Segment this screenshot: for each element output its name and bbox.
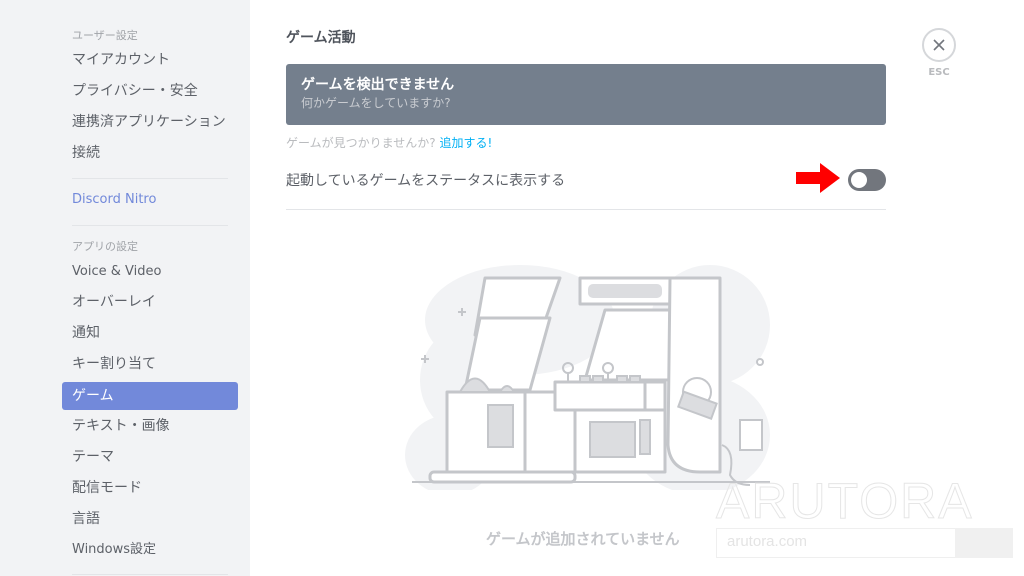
not-found-hint: ゲームが見つかりませんか? 追加する! — [286, 134, 492, 151]
sidebar-item-voice-video[interactable]: Voice & Video — [62, 258, 238, 286]
sidebar-divider — [72, 574, 228, 575]
add-game-link[interactable]: 追加する! — [439, 136, 492, 150]
sidebar-item-games[interactable]: ゲーム — [62, 382, 238, 410]
watermark-search-icon — [955, 528, 1013, 558]
section-divider — [286, 209, 886, 210]
toggle-knob — [851, 172, 867, 188]
watermark-url: arutora.com — [716, 528, 956, 558]
empty-state-text: ゲームが追加されていません — [486, 530, 680, 548]
status-toggle-label: 起動しているゲームをステータスに表示する — [286, 173, 566, 189]
settings-sidebar: ユーザー設定 マイアカウント プライバシー・安全 連携済アプリケーション 接続 … — [0, 0, 250, 576]
annotation-arrow-icon — [796, 163, 840, 193]
esc-label: ESC — [928, 67, 950, 78]
sidebar-divider — [72, 178, 228, 179]
sidebar-item-privacy[interactable]: プライバシー・安全 — [62, 77, 238, 105]
arcade-illustration-icon — [405, 265, 770, 490]
sidebar-divider — [72, 225, 228, 226]
sidebar-item-windows-settings[interactable]: Windows設定 — [62, 536, 238, 564]
no-game-detected-banner: ゲームを検出できません 何かゲームをしていますか? — [286, 64, 886, 125]
sidebar-item-language[interactable]: 言語 — [62, 505, 238, 533]
banner-title: ゲームを検出できません — [301, 77, 455, 93]
watermark-brand: ARUTORA — [716, 473, 974, 530]
show-game-status-toggle[interactable] — [848, 169, 886, 191]
sidebar-item-connections[interactable]: 接続 — [62, 139, 238, 167]
sidebar-item-notifications[interactable]: 通知 — [62, 319, 238, 347]
app-settings-header: アプリの設定 — [72, 240, 138, 253]
user-settings-header: ユーザー設定 — [72, 29, 138, 42]
banner-subtitle: 何かゲームをしていますか? — [301, 96, 451, 110]
sidebar-item-keybinds[interactable]: キー割り当て — [62, 350, 238, 378]
close-button[interactable] — [922, 28, 956, 62]
sidebar-item-authorized-apps[interactable]: 連携済アプリケーション — [62, 108, 238, 136]
sidebar-item-nitro[interactable]: Discord Nitro — [62, 186, 238, 214]
sidebar-item-text-images[interactable]: テキスト・画像 — [62, 412, 238, 440]
sidebar-item-my-account[interactable]: マイアカウント — [62, 46, 238, 74]
sidebar-item-streamer-mode[interactable]: 配信モード — [62, 474, 238, 502]
sidebar-item-theme[interactable]: テーマ — [62, 443, 238, 471]
close-icon — [933, 39, 945, 51]
not-found-text: ゲームが見つかりませんか? — [286, 136, 436, 150]
page-title: ゲーム活動 — [286, 30, 356, 46]
sidebar-item-overlay[interactable]: オーバーレイ — [62, 288, 238, 316]
